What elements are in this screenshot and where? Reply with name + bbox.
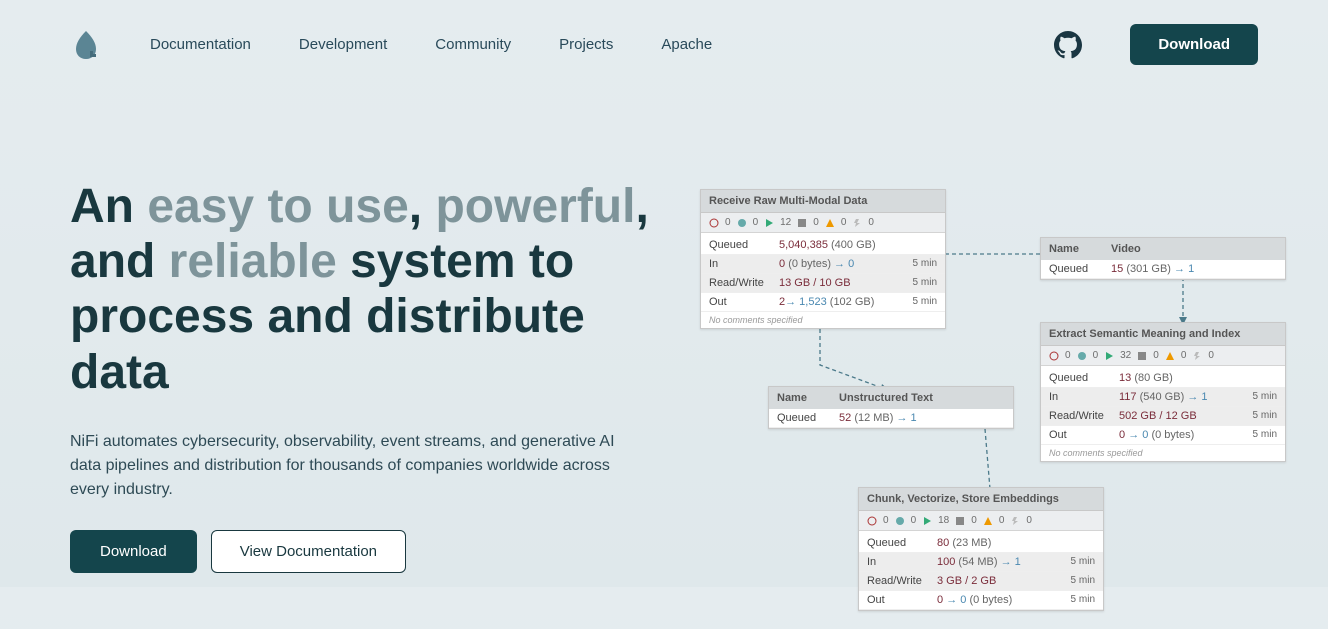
stop-icon [1137,351,1147,361]
nav-development[interactable]: Development [299,36,387,53]
gear-icon [895,516,905,526]
gear-icon [1077,351,1087,361]
card-title: Extract Semantic Meaning and Index [1041,323,1285,346]
card-unstructured: NameUnstructured Text Queued52 (12 MB) →… [768,386,1014,429]
warning-icon [1165,351,1175,361]
stop-icon [797,218,807,228]
status-icons-row: 0 0 12 0 0 0 [701,213,945,233]
status-icons-row: 0 0 32 0 0 0 [1041,346,1285,366]
warning-icon [983,516,993,526]
nav-apache[interactable]: Apache [661,36,712,53]
hero-title: An easy to use, powerful, and reliable s… [70,179,650,400]
warning-icon [825,218,835,228]
hero-content: An easy to use, powerful, and reliable s… [70,129,650,573]
footnote: No comments specified [1041,445,1285,461]
nav-documentation[interactable]: Documentation [150,36,251,53]
hero-description: NiFi automates cybersecurity, observabil… [70,430,650,502]
card-title: Receive Raw Multi-Modal Data [701,190,945,213]
nav-projects[interactable]: Projects [559,36,613,53]
footnote: No comments specified [701,312,945,328]
view-documentation-button[interactable]: View Documentation [211,530,406,573]
stop-icon [955,516,965,526]
gear-icon [737,218,747,228]
flash-icon [1192,351,1202,361]
card-title: Chunk, Vectorize, Store Embeddings [859,488,1103,511]
download-button-hero[interactable]: Download [70,530,197,573]
nifi-logo-icon [70,29,102,61]
hero: An easy to use, powerful, and reliable s… [0,89,1328,573]
status-icons-row: 0 0 18 0 0 0 [859,511,1103,531]
circle-icon [1049,351,1059,361]
flash-icon [1010,516,1020,526]
nav-community[interactable]: Community [435,36,511,53]
play-icon [1104,351,1114,361]
hero-buttons: Download View Documentation [70,530,650,573]
nav-links: Documentation Development Community Proj… [150,36,1006,53]
flow-diagram: Receive Raw Multi-Modal Data 0 0 12 0 0 … [690,129,1258,573]
play-icon [922,516,932,526]
circle-icon [867,516,877,526]
download-button-header[interactable]: Download [1130,24,1258,65]
play-icon [764,218,774,228]
header: Documentation Development Community Proj… [0,0,1328,89]
github-icon[interactable] [1054,31,1082,59]
card-chunk: Chunk, Vectorize, Store Embeddings 0 0 1… [858,487,1104,611]
circle-icon [709,218,719,228]
flash-icon [852,218,862,228]
card-video: NameVideo Queued15 (301 GB) → 1 [1040,237,1286,280]
card-receive: Receive Raw Multi-Modal Data 0 0 12 0 0 … [700,189,946,329]
card-extract: Extract Semantic Meaning and Index 0 0 3… [1040,322,1286,462]
